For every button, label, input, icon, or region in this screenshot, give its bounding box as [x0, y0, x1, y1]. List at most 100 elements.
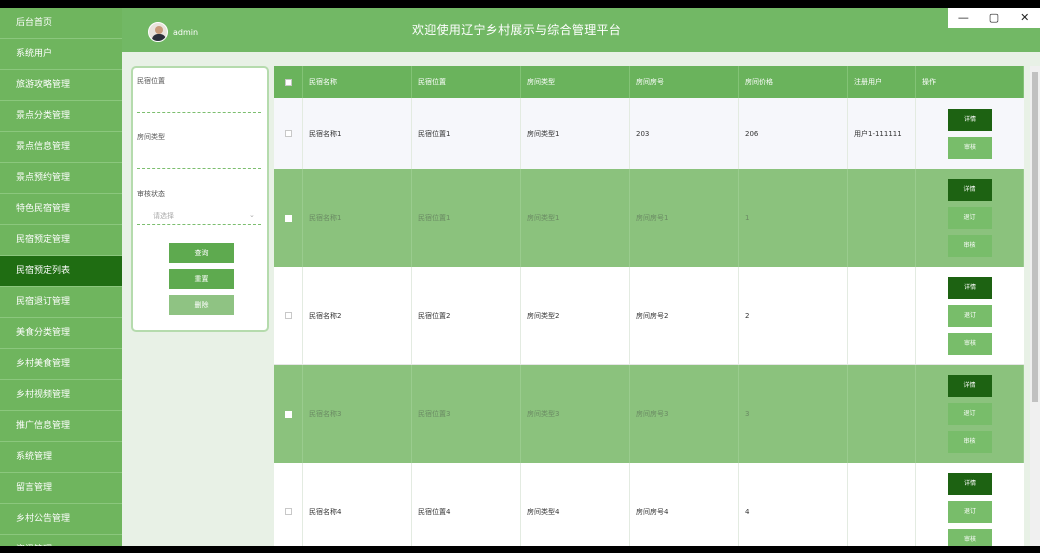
filter-panel: 民宿位置 房间类型 审核状态 请选择 ⌄ 查询 重置 删除 — [131, 66, 269, 332]
cell-room-no: 房间房号4 — [630, 463, 739, 546]
select-all-cell — [274, 66, 303, 98]
close-icon[interactable]: ✕ — [1009, 8, 1040, 28]
row-checkbox[interactable] — [284, 130, 292, 137]
detail-button[interactable]: 详情 — [948, 472, 992, 495]
row-checkbox[interactable] — [284, 508, 292, 515]
cell-user: 用户1-111111 — [848, 98, 916, 169]
cell-user — [848, 365, 916, 463]
sidebar-item-system-users[interactable]: 系统用户 — [0, 39, 122, 70]
sidebar: 后台首页 系统用户 旅游攻略管理 景点分类管理 景点信息管理 景点预约管理 特色… — [0, 8, 122, 546]
detail-button[interactable]: 详情 — [947, 179, 992, 201]
sidebar-item-system-management[interactable]: 系统管理 — [0, 442, 122, 473]
cell-actions: 详情 退订 审核 — [916, 267, 1024, 364]
cell-user — [848, 463, 916, 546]
cell-name: 民宿名称1 — [303, 169, 412, 267]
cancel-booking-button[interactable]: 退订 — [948, 304, 992, 327]
sidebar-item-promotion[interactable]: 推广信息管理 — [0, 411, 122, 442]
row-checkbox[interactable] — [284, 410, 292, 418]
cell-room-no: 房间房号1 — [630, 169, 739, 267]
cell-price: 2 — [739, 267, 848, 364]
cell-name: 民宿名称1 — [303, 98, 412, 169]
cell-location: 民宿位置4 — [412, 463, 521, 546]
row-select-cell — [274, 365, 303, 463]
detail-button[interactable]: 详情 — [948, 108, 992, 131]
status-select[interactable]: 请选择 — [153, 211, 174, 221]
page-title: 欢迎使用辽宁乡村展示与综合管理平台 — [412, 23, 622, 37]
sidebar-item-food-categories[interactable]: 美食分类管理 — [0, 318, 122, 349]
username[interactable]: admin — [173, 28, 198, 37]
cell-price: 206 — [739, 98, 848, 169]
select-all-checkbox[interactable] — [284, 78, 292, 86]
reset-button[interactable]: 重置 — [169, 269, 234, 289]
review-button[interactable]: 审核 — [948, 332, 992, 355]
row-checkbox[interactable] — [284, 312, 292, 319]
location-label: 民宿位置 — [137, 77, 165, 85]
sidebar-item-attraction-booking[interactable]: 景点预约管理 — [0, 163, 122, 194]
sidebar-item-village-food[interactable]: 乡村美食管理 — [0, 349, 122, 380]
cell-user — [848, 267, 916, 364]
cell-location: 民宿位置2 — [412, 267, 521, 364]
sidebar-item-home[interactable]: 后台首页 — [0, 8, 122, 39]
scrollbar-thumb[interactable] — [1032, 72, 1038, 402]
detail-button[interactable]: 详情 — [948, 276, 992, 299]
sidebar-item-homestay-booking[interactable]: 民宿预定管理 — [0, 225, 122, 256]
cell-room-type: 房间类型1 — [521, 169, 630, 267]
review-button[interactable]: 审核 — [947, 235, 992, 257]
cell-name: 民宿名称4 — [303, 463, 412, 546]
cell-room-no: 203 — [630, 98, 739, 169]
sidebar-item-attraction-categories[interactable]: 景点分类管理 — [0, 101, 122, 132]
window-controls: — ▢ ✕ — [948, 8, 1040, 28]
sidebar-item-homestay-cancel[interactable]: 民宿退订管理 — [0, 287, 122, 318]
detail-button[interactable]: 详情 — [947, 375, 992, 397]
column-header: 注册用户 — [848, 66, 916, 98]
location-input[interactable] — [137, 112, 261, 113]
cell-room-type: 房间类型4 — [521, 463, 630, 546]
cancel-booking-button[interactable]: 退订 — [948, 500, 992, 523]
cell-user — [848, 169, 916, 267]
row-select-cell — [274, 98, 303, 169]
cell-price: 3 — [739, 365, 848, 463]
sidebar-item-travel-guides[interactable]: 旅游攻略管理 — [0, 70, 122, 101]
delete-button[interactable]: 删除 — [169, 295, 234, 315]
sidebar-item-announcements[interactable]: 乡村公告管理 — [0, 504, 122, 535]
row-select-cell — [274, 267, 303, 364]
table-header: 民宿名称 民宿位置 房间类型 房间房号 房间价格 注册用户 操作 — [274, 66, 1024, 98]
cell-actions: 详情 退订 审核 — [916, 169, 1024, 267]
vertical-scrollbar[interactable] — [1030, 66, 1040, 546]
room-type-label: 房间类型 — [137, 133, 165, 141]
review-button[interactable]: 审核 — [948, 136, 992, 159]
column-header: 民宿名称 — [303, 66, 412, 98]
row-checkbox[interactable] — [284, 214, 292, 222]
cell-price: 4 — [739, 463, 848, 546]
cell-name: 民宿名称3 — [303, 365, 412, 463]
sidebar-item-homestay[interactable]: 特色民宿管理 — [0, 194, 122, 225]
column-header: 民宿位置 — [412, 66, 521, 98]
row-select-cell — [274, 169, 303, 267]
cancel-booking-button[interactable]: 退订 — [947, 403, 992, 425]
cell-location: 民宿位置1 — [412, 98, 521, 169]
cell-location: 民宿位置3 — [412, 365, 521, 463]
maximize-icon[interactable]: ▢ — [979, 8, 1010, 28]
sidebar-item-village-video[interactable]: 乡村视频管理 — [0, 380, 122, 411]
cell-room-type: 房间类型3 — [521, 365, 630, 463]
query-button[interactable]: 查询 — [169, 243, 234, 263]
table-row: 民宿名称1 民宿位置1 房间类型1 203 206 用户1-111111 详情 … — [274, 98, 1024, 169]
header-bar: admin 欢迎使用辽宁乡村展示与综合管理平台 — [122, 8, 1040, 52]
cell-room-no: 房间房号3 — [630, 365, 739, 463]
room-type-input[interactable] — [137, 168, 261, 169]
column-header: 操作 — [916, 66, 1024, 98]
cell-location: 民宿位置1 — [412, 169, 521, 267]
table-row: 民宿名称2 民宿位置2 房间类型2 房间房号2 2 详情 退订 审核 — [274, 267, 1024, 365]
cancel-booking-button[interactable]: 退订 — [947, 207, 992, 229]
table-row: 民宿名称1 民宿位置1 房间类型1 房间房号1 1 详情 退订 审核 — [274, 169, 1024, 267]
sidebar-item-messages[interactable]: 留言管理 — [0, 473, 122, 504]
minimize-icon[interactable]: — — [948, 8, 979, 28]
review-button[interactable]: 审核 — [947, 431, 992, 453]
cell-actions: 详情 退订 审核 — [916, 365, 1024, 463]
avatar[interactable] — [148, 22, 168, 42]
cell-price: 1 — [739, 169, 848, 267]
sidebar-item-homestay-booking-list[interactable]: 民宿预定列表 — [0, 256, 122, 287]
review-button[interactable]: 审核 — [948, 528, 992, 546]
sidebar-item-attraction-info[interactable]: 景点信息管理 — [0, 132, 122, 163]
sidebar-item-news[interactable]: 资讯管理 — [0, 535, 122, 546]
